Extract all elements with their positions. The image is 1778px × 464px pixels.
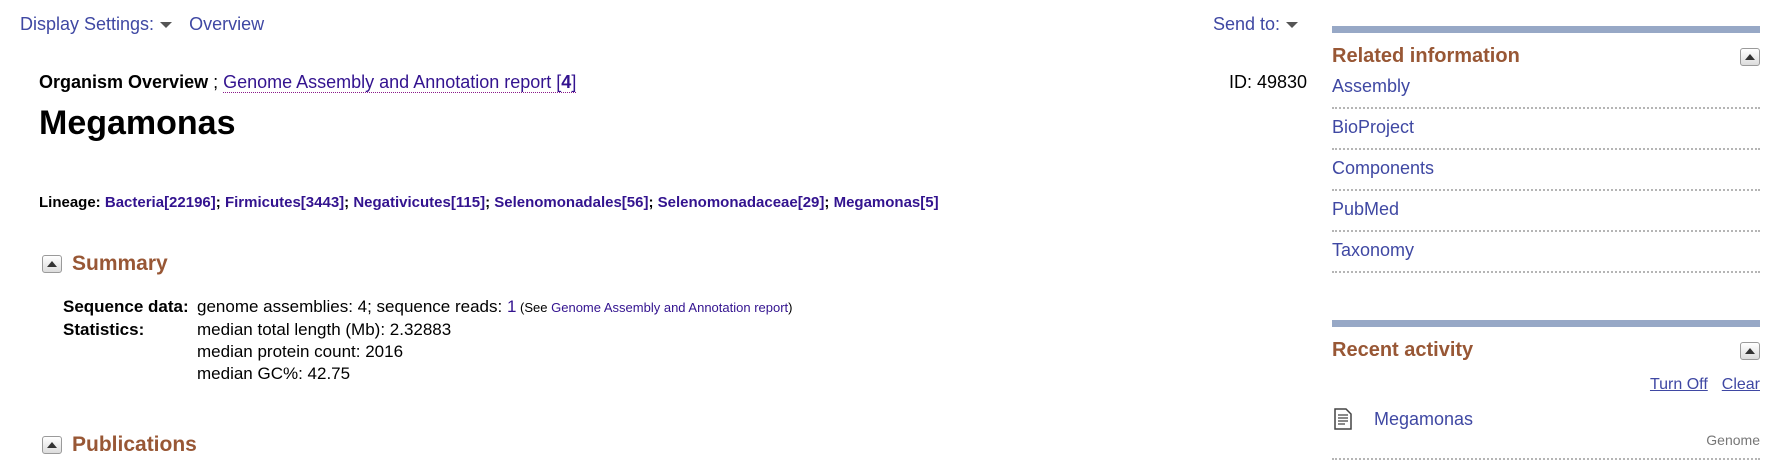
see-open: (See bbox=[516, 300, 552, 315]
recent-activity-heading: Recent activity bbox=[1332, 339, 1474, 361]
related-link-bioproject[interactable]: BioProject bbox=[1332, 109, 1760, 150]
related-information-header: Related information bbox=[1332, 45, 1760, 68]
collapse-related-toggle[interactable] bbox=[1740, 47, 1760, 66]
sequence-data-text: genome assemblies: 4; sequence reads: bbox=[197, 297, 507, 316]
lineage-count: [29] bbox=[797, 194, 825, 211]
send-to-menu[interactable]: Send to: bbox=[1213, 14, 1299, 35]
page-title: Megamonas bbox=[39, 104, 236, 142]
see-close: ) bbox=[788, 300, 793, 315]
triangle-up-icon bbox=[47, 261, 57, 267]
lineage-count: [115] bbox=[450, 194, 486, 211]
report-link-text: Genome Assembly and Annotation report [ bbox=[223, 72, 562, 92]
triangle-up-icon bbox=[47, 442, 57, 448]
statistics-row: Statistics: median total length (Mb): 2.… bbox=[63, 319, 793, 385]
record-header: Organism Overview ; Genome Assembly and … bbox=[39, 72, 577, 93]
recent-activity-header: Recent activity bbox=[1332, 339, 1760, 362]
related-information-panel: Related information Assembly BioProject … bbox=[1332, 26, 1760, 273]
chevron-down-icon bbox=[1286, 22, 1299, 29]
lineage-count: [56] bbox=[621, 194, 649, 211]
record-id: ID: 49830 bbox=[1229, 72, 1308, 92]
publications-section-header: Publications bbox=[42, 433, 197, 457]
related-link-components[interactable]: Components bbox=[1332, 150, 1760, 191]
send-to-label: Send to: bbox=[1213, 14, 1281, 34]
summary-section-header: Summary bbox=[42, 252, 168, 276]
summary-details: Sequence data: genome assemblies: 4; seq… bbox=[63, 296, 793, 385]
lineage-link-bacteria[interactable]: Bacteria bbox=[105, 194, 164, 211]
recent-activity-actions: Turn Off Clear bbox=[1332, 376, 1760, 394]
recent-item-link[interactable]: Megamonas bbox=[1374, 409, 1473, 430]
collapse-publications-toggle[interactable] bbox=[42, 436, 62, 454]
related-link-pubmed[interactable]: PubMed bbox=[1332, 191, 1760, 232]
publications-heading: Publications bbox=[72, 433, 197, 456]
recent-activity-item: Megamonas bbox=[1332, 408, 1760, 430]
lineage-link-selenomonadaceae[interactable]: Selenomonadaceae bbox=[658, 194, 798, 211]
triangle-up-icon bbox=[1745, 347, 1755, 354]
collapse-summary-toggle[interactable] bbox=[42, 255, 62, 273]
triangle-up-icon bbox=[1745, 53, 1755, 60]
panel-divider bbox=[1332, 320, 1760, 327]
related-link-taxonomy[interactable]: Taxonomy bbox=[1332, 232, 1760, 273]
sequence-data-row: Sequence data: genome assemblies: 4; seq… bbox=[63, 296, 793, 319]
stat-median-gc: median GC%: 42.75 bbox=[197, 364, 351, 383]
statistics-values: median total length (Mb): 2.32883 median… bbox=[197, 319, 451, 385]
lineage-link-negativicutes[interactable]: Negativicutes bbox=[353, 194, 451, 211]
chevron-down-icon bbox=[160, 22, 173, 29]
related-link-assembly[interactable]: Assembly bbox=[1332, 68, 1760, 109]
recent-item-type: Genome bbox=[1332, 432, 1760, 460]
display-settings-bar: Display Settings: Overview bbox=[20, 14, 264, 35]
panel-divider bbox=[1332, 26, 1760, 33]
report-link-close: ] bbox=[571, 72, 577, 92]
lineage: Lineage: Bacteria[22196]; Firmicutes[344… bbox=[39, 194, 939, 211]
stat-median-length: median total length (Mb): 2.32883 bbox=[197, 320, 452, 339]
lineage-link-megamonas[interactable]: Megamonas bbox=[834, 194, 921, 211]
sequence-data-label: Sequence data: bbox=[63, 297, 189, 316]
lineage-link-firmicutes[interactable]: Firmicutes bbox=[225, 194, 301, 211]
recent-activity-panel: Recent activity Turn Off Clear Megamonas … bbox=[1332, 320, 1760, 460]
summary-heading: Summary bbox=[72, 252, 168, 275]
separator: ; bbox=[208, 72, 224, 92]
report-link[interactable]: Genome Assembly and Annotation report [4… bbox=[223, 72, 577, 93]
collapse-recent-toggle[interactable] bbox=[1740, 341, 1760, 360]
overview-link[interactable]: Overview bbox=[189, 14, 264, 34]
clear-link[interactable]: Clear bbox=[1722, 376, 1760, 393]
report-count: 4 bbox=[561, 72, 572, 92]
related-information-heading: Related information bbox=[1332, 45, 1520, 67]
turn-off-link[interactable]: Turn Off bbox=[1650, 376, 1708, 393]
sequence-data-value: genome assemblies: 4; sequence reads: 1 … bbox=[197, 296, 793, 319]
statistics-label: Statistics: bbox=[63, 320, 145, 339]
display-settings-label: Display Settings: bbox=[20, 14, 155, 34]
organism-overview-label: Organism Overview bbox=[39, 72, 209, 92]
lineage-link-selenomonadales[interactable]: Selenomonadales bbox=[494, 194, 622, 211]
stat-median-protein: median protein count: 2016 bbox=[197, 342, 404, 361]
lineage-count: [5] bbox=[920, 194, 939, 211]
document-icon bbox=[1334, 408, 1352, 430]
lineage-count: [3443] bbox=[300, 194, 345, 211]
display-settings-menu[interactable]: Display Settings: bbox=[20, 14, 173, 34]
lineage-count: [22196] bbox=[164, 194, 216, 211]
lineage-label: Lineage: bbox=[39, 194, 101, 211]
see-report-link[interactable]: Genome Assembly and Annotation report bbox=[551, 300, 788, 315]
